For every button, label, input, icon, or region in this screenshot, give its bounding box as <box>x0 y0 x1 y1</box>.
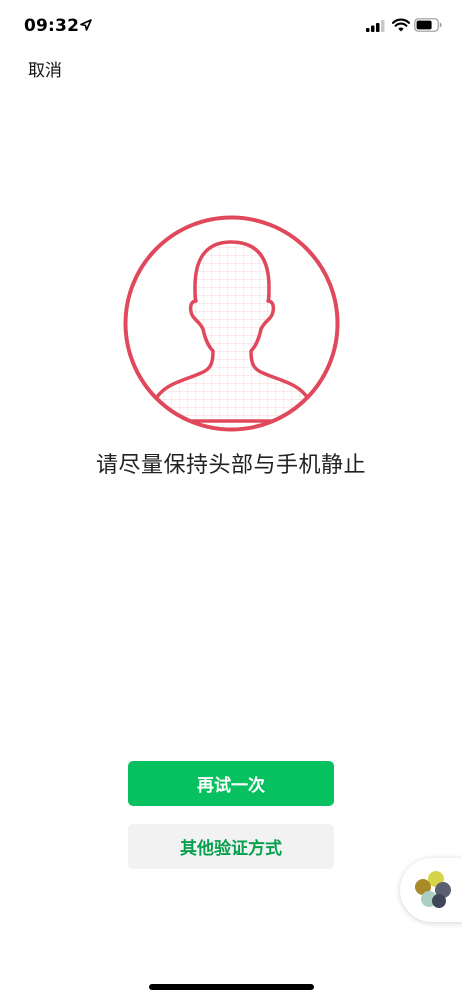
location-arrow-icon <box>80 19 92 31</box>
floating-assistant-button[interactable] <box>400 858 462 922</box>
app-logo-icon <box>415 871 451 908</box>
battery-icon <box>414 18 442 32</box>
status-bar: 09:32 <box>0 0 462 50</box>
home-indicator <box>149 984 314 990</box>
wifi-icon <box>392 18 410 32</box>
signal-icon <box>366 20 385 32</box>
status-time: 09:32 <box>24 16 80 36</box>
other-verification-button[interactable]: 其他验证方式 <box>128 824 334 869</box>
cancel-button[interactable]: 取消 <box>28 56 62 81</box>
instruction-text: 请尽量保持头部与手机静止 <box>95 453 366 478</box>
retry-button[interactable]: 再试一次 <box>128 761 334 806</box>
face-outline-icon <box>123 215 340 432</box>
